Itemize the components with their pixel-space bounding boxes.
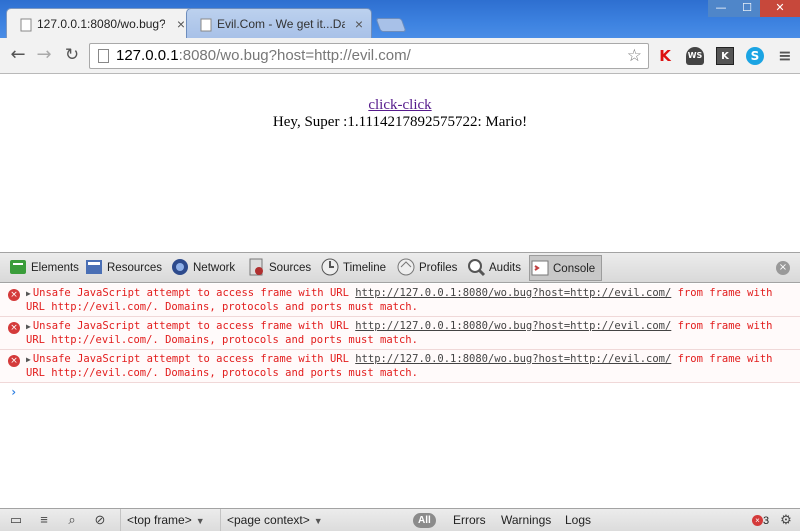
sources-icon [249,258,263,276]
tab-active[interactable]: 127.0.0.1:8080/wo.bug?ho × [6,8,194,38]
back-button[interactable]: ← [6,44,30,68]
tab-title: Evil.Com - We get it...Daily [217,17,345,31]
page-favicon-icon [200,18,212,32]
tab-profiles[interactable]: Profiles [396,255,457,281]
timeline-icon [321,258,339,276]
minimize-button[interactable]: — [708,0,734,17]
devtools-tab-bar: Elements Resources Network Sources Timel… [0,253,800,283]
window-titlebar: 127.0.0.1:8080/wo.bug?ho × Evil.Com - We… [0,0,800,38]
close-devtools-icon[interactable]: × [776,261,790,275]
expand-triangle-icon[interactable]: ▶ [26,355,31,364]
click-link[interactable]: click-click [0,97,800,114]
error-icon: × [8,322,20,334]
console-output: × ▶ Unsafe JavaScript attempt to access f… [0,284,800,509]
filter-all[interactable]: All [413,513,436,528]
audits-icon [468,258,486,277]
maximize-button[interactable]: ☐ [734,0,760,17]
settings-gear-icon[interactable]: ⚙ [776,509,796,531]
error-count-icon: × [752,515,763,527]
console-prompt[interactable]: › [0,383,800,401]
page-viewport: click-click Hey, Super :1.11142178925757… [0,75,800,251]
filter-logs[interactable]: Logs [565,509,591,531]
reload-button[interactable]: ↻ [60,44,84,68]
console-link[interactable]: http://127.0.0.1:8080/wo.bug?host=http:/… [355,353,671,365]
filter-warnings[interactable]: Warnings [501,509,551,531]
kaspersky-icon[interactable]: K [656,47,674,65]
close-tab-icon[interactable]: × [177,9,185,38]
search-icon[interactable]: ⌕ [62,509,82,531]
profiles-icon [397,258,415,276]
expand-triangle-icon[interactable]: ▶ [26,322,31,331]
page-favicon-icon [20,18,32,32]
browser-toolbar: ← → ↻ 127.0.0.1:8080/wo.bug?host=http://… [0,38,800,74]
tab-network[interactable]: Network [170,255,235,281]
tab-audits[interactable]: Audits [466,255,521,281]
console-icon [531,260,549,276]
show-drawer-icon[interactable]: ≡ [34,509,54,531]
tab-resources[interactable]: Resources [84,255,162,281]
bookmark-star-icon[interactable]: ☆ [627,44,642,68]
devtools-status-bar: ▭ ≡ ⌕ ⊘ <top frame> ▼ <page context> ▼ All… [0,508,800,531]
elements-icon [10,259,26,274]
dock-icon[interactable]: ▭ [6,509,26,531]
frame-select[interactable]: <top frame> ▼ [120,509,205,531]
console-error-message: × ▶ Unsafe JavaScript attempt to access f… [0,350,800,383]
ws-icon[interactable]: WS [686,47,704,65]
console-link[interactable]: http://127.0.0.1:8080/wo.bug?host=http:/… [355,287,671,299]
tab-elements[interactable]: Elements [8,255,79,281]
error-icon: × [8,355,20,367]
console-error-message: × ▶ Unsafe JavaScript attempt to access f… [0,317,800,350]
context-select[interactable]: <page context> ▼ [220,509,323,531]
tab-title: 127.0.0.1:8080/wo.bug?ho [37,17,165,31]
page-icon [98,49,109,63]
tab-inactive[interactable]: Evil.Com - We get it...Daily × [186,8,372,38]
greeting-text: Hey, Super :1.1114217892575722: Mario! [272,114,528,130]
prompt-chevron-icon: › [10,385,18,399]
devtools-panel: Elements Resources Network Sources Timel… [0,252,800,531]
close-window-button[interactable]: ✕ [760,0,800,17]
filter-errors[interactable]: Errors [453,509,486,531]
skype-icon[interactable]: S [746,47,764,65]
error-count-badge[interactable]: × 3 [752,509,769,531]
forward-button[interactable]: → [32,44,56,68]
menu-icon[interactable]: ≡ [776,47,794,65]
tab-sources[interactable]: Sources [246,255,311,281]
console-error-message: × ▶ Unsafe JavaScript attempt to access f… [0,284,800,317]
network-icon [172,258,188,275]
tab-timeline[interactable]: Timeline [320,255,386,281]
expand-triangle-icon[interactable]: ▶ [26,289,31,298]
console-link[interactable]: http://127.0.0.1:8080/wo.bug?host=http:/… [355,320,671,332]
resources-icon [86,259,102,274]
clear-console-icon[interactable]: ⊘ [90,509,110,531]
close-tab-icon[interactable]: × [355,9,363,38]
k-icon[interactable]: K [716,47,734,65]
new-tab-button[interactable] [375,18,407,32]
tab-console[interactable]: Console [529,255,603,281]
address-bar[interactable]: 127.0.0.1:8080/wo.bug?host=http://evil.c… [89,43,649,69]
error-icon: × [8,289,20,301]
url-text: 127.0.0.1:8080/wo.bug?host=http://evil.c… [116,47,411,64]
